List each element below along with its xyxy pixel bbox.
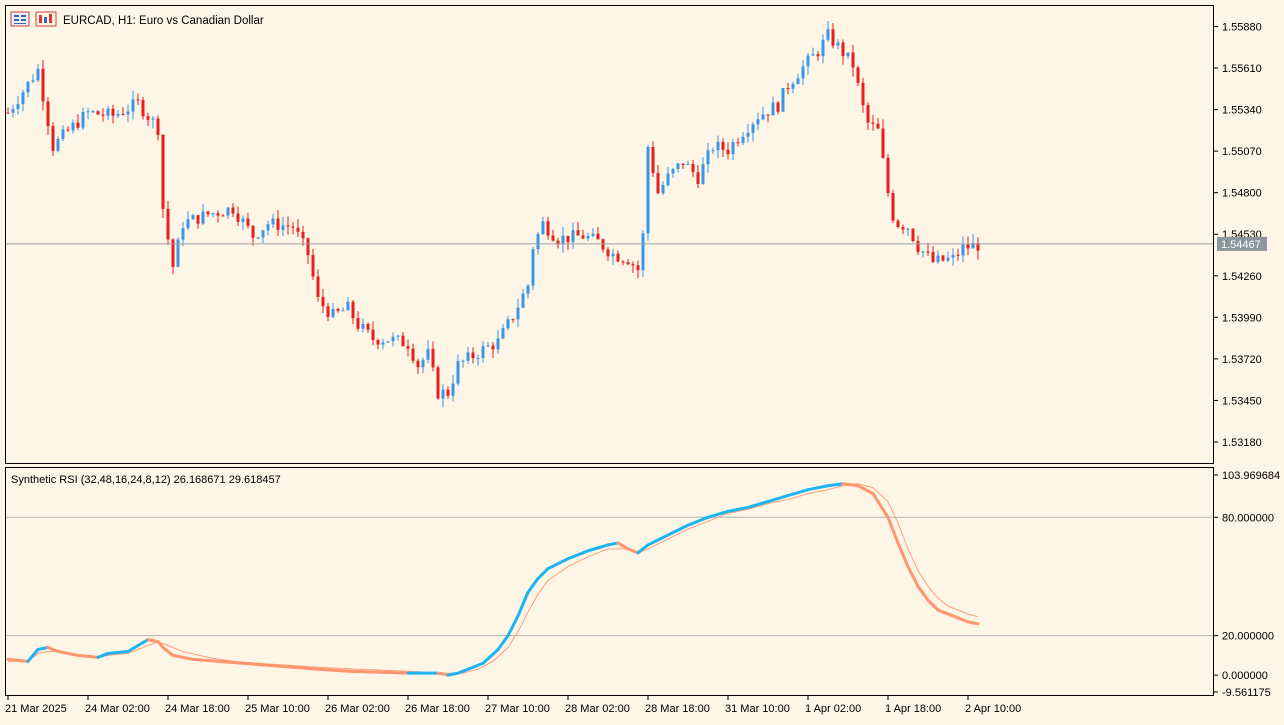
chart-title: EURCAD, H1: Euro vs Canadian Dollar [63,15,264,27]
rsi-tick-label: 20.000000 [1222,631,1274,643]
candle [646,144,650,241]
chart-background [0,0,1284,725]
candle [161,134,165,219]
price-tick-label: 1.55880 [1222,21,1262,33]
time-tick-label: 24 Mar 18:00 [165,703,230,715]
chart-canvas: 1.558801.556101.553401.550701.548001.545… [0,0,1284,725]
candle [176,237,180,268]
time-tick-label: 28 Mar 18:00 [645,703,710,715]
price-tick-label: 1.53720 [1222,354,1262,366]
rsi-main-segment [971,621,980,626]
candle [781,87,785,112]
time-tick-label: 25 Mar 10:00 [245,703,310,715]
candle [531,246,535,291]
rsi-tick-label: 103.969684 [1222,470,1280,482]
time-tick-label: 21 Mar 2025 [5,703,67,715]
rsi-tick-label: 80.000000 [1222,512,1274,524]
time-tick-label: 28 Mar 02:00 [565,703,630,715]
candle [891,189,895,223]
time-tick-label: 1 Apr 02:00 [805,703,861,715]
candle [886,153,890,197]
rsi-tick-label: 0.000000 [1222,670,1268,682]
current-price-tag-label: 1.54467 [1221,239,1261,251]
price-tick-label: 1.53180 [1222,437,1262,449]
time-tick-label: 31 Mar 10:00 [725,703,790,715]
indicator-title: Synthetic RSI (32,48,16,24,8,12) 26.1686… [11,474,281,486]
time-tick-label: 2 Apr 10:00 [965,703,1021,715]
rsi-tick-label: -9.561175 [1222,687,1271,699]
time-tick-label: 1 Apr 18:00 [885,703,941,715]
price-tick-label: 1.54260 [1222,271,1262,283]
price-tick-label: 1.54800 [1222,188,1262,200]
chart-list-icon[interactable] [10,11,30,27]
chart-grid-icon[interactable] [35,11,57,27]
time-tick-label: 24 Mar 02:00 [85,703,150,715]
price-tick-label: 1.55070 [1222,146,1262,158]
price-tick-label: 1.55340 [1222,105,1262,117]
time-tick-label: 26 Mar 18:00 [405,703,470,715]
time-tick-label: 26 Mar 02:00 [325,703,390,715]
time-tick-label: 27 Mar 10:00 [485,703,550,715]
candle [911,228,915,243]
candle [436,365,440,400]
candle [641,230,645,278]
current-price-tag: 1.54467 [1217,236,1267,251]
candle [141,97,145,120]
price-tick-label: 1.55610 [1222,63,1262,75]
price-tick-label: 1.53450 [1222,395,1262,407]
price-tick-label: 1.53990 [1222,312,1262,324]
